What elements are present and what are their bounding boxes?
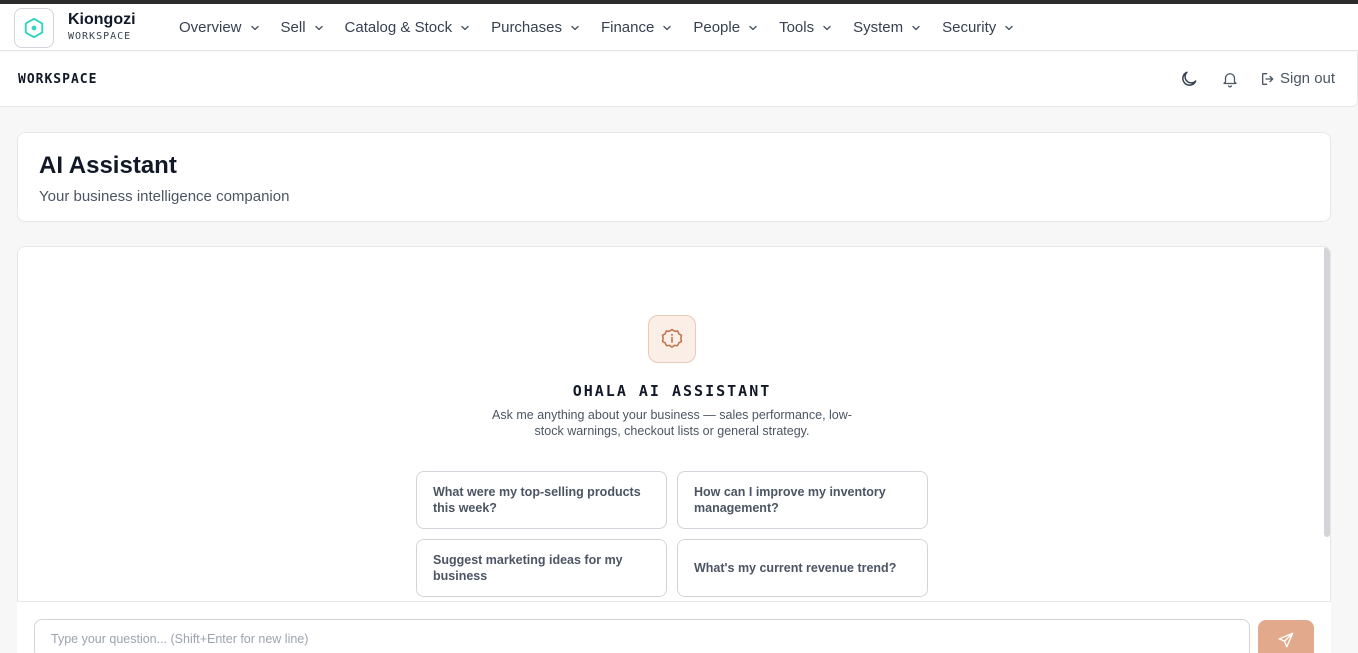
nav-label: Sell xyxy=(280,19,306,36)
notifications-button[interactable] xyxy=(1221,70,1239,88)
send-icon xyxy=(1278,632,1294,648)
nav-people[interactable]: People xyxy=(683,13,769,42)
nav-sell[interactable]: Sell xyxy=(271,13,335,42)
assistant-title: OHALA AI ASSISTANT xyxy=(572,382,772,400)
chevron-down-icon xyxy=(313,22,325,34)
suggestion-button[interactable]: How can I improve my inventory managemen… xyxy=(677,471,928,529)
chevron-down-icon xyxy=(747,22,759,34)
message-composer xyxy=(17,601,1331,653)
question-input[interactable] xyxy=(34,619,1250,653)
workspace-title: WORKSPACE xyxy=(18,72,98,87)
bell-icon xyxy=(1223,73,1237,88)
nav-label: System xyxy=(853,19,904,36)
nav-tools[interactable]: Tools xyxy=(769,13,843,42)
theme-toggle-button[interactable] xyxy=(1179,69,1199,89)
chat-panel: OHALA AI ASSISTANT Ask me anything about… xyxy=(17,246,1331,653)
info-badge-icon xyxy=(661,328,683,348)
sign-out-label: Sign out xyxy=(1280,70,1336,87)
nav-label: Purchases xyxy=(491,19,562,36)
page-title: AI Assistant xyxy=(39,152,177,179)
nav-purchases[interactable]: Purchases xyxy=(481,13,591,42)
logout-icon xyxy=(1262,72,1274,85)
suggestion-button[interactable]: Suggest marketing ideas for my business xyxy=(416,539,667,597)
nav-label: Overview xyxy=(179,19,242,36)
suggestion-button[interactable]: What's my current revenue trend? xyxy=(677,539,928,597)
page-subtitle: Your business intelligence companion xyxy=(39,188,290,205)
brand-subtitle: WORKSPACE xyxy=(68,31,132,42)
brand-name: Kiongozi xyxy=(68,11,136,28)
chevron-down-icon xyxy=(569,22,581,34)
chevron-down-icon xyxy=(1003,22,1015,34)
brand: Kiongozi WORKSPACE xyxy=(68,11,136,44)
chevron-down-icon xyxy=(661,22,673,34)
nav-catalog-stock[interactable]: Catalog & Stock xyxy=(335,13,482,42)
nav-security[interactable]: Security xyxy=(932,13,1025,42)
suggestion-button[interactable]: What were my top-selling products this w… xyxy=(416,471,667,529)
chevron-down-icon xyxy=(459,22,471,34)
nav-finance[interactable]: Finance xyxy=(591,13,683,42)
logo[interactable] xyxy=(14,8,54,48)
nav-label: Finance xyxy=(600,19,655,36)
nav-label: Tools xyxy=(779,19,815,36)
chevron-down-icon xyxy=(910,22,922,34)
assistant-description: Ask me anything about your business — sa… xyxy=(492,408,852,438)
nav-label: Catalog & Stock xyxy=(344,19,453,36)
nav-system[interactable]: System xyxy=(843,13,932,42)
sign-out-button[interactable]: Sign out xyxy=(1260,70,1335,87)
nav-overview[interactable]: Overview xyxy=(169,13,271,42)
page-header: AI Assistant Your business intelligence … xyxy=(17,132,1331,222)
send-button[interactable] xyxy=(1258,620,1314,653)
nav-label: People xyxy=(693,19,741,36)
top-navbar: Kiongozi WORKSPACE Overview Sell Catalog… xyxy=(0,4,1358,51)
main-nav: Overview Sell Catalog & Stock Purchases … xyxy=(169,4,1025,51)
workspace-bar: WORKSPACE Sign out xyxy=(0,52,1358,107)
moon-icon xyxy=(1182,71,1197,86)
hexagon-icon xyxy=(24,17,44,39)
chevron-down-icon xyxy=(821,22,833,34)
nav-label: Security xyxy=(942,19,997,36)
assistant-avatar xyxy=(648,315,696,363)
chevron-down-icon xyxy=(249,22,261,34)
